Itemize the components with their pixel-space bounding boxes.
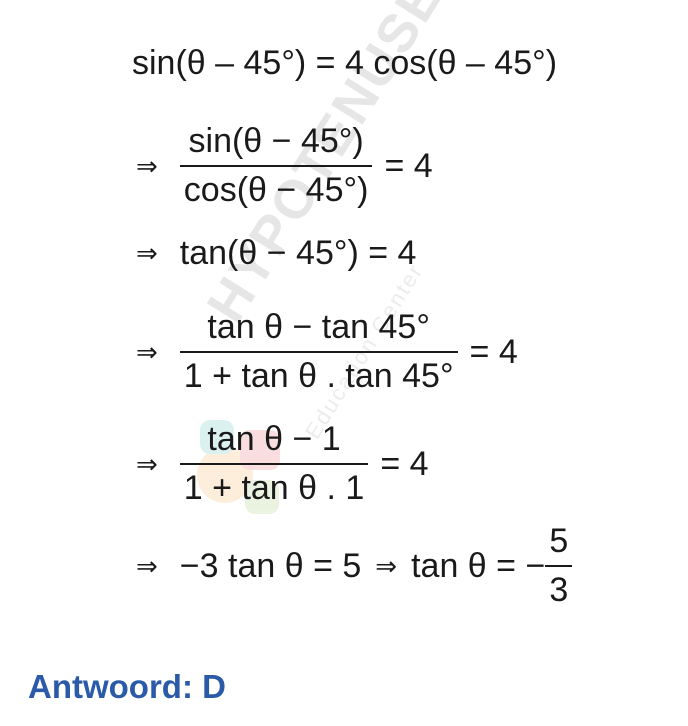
equation-line-1: sin(θ – 45°) = 4 cos(θ – 45°) [132,44,557,83]
equation-line-4: ⇒ tan θ − tan 45° 1 + tan θ . tan 45° = … [136,308,518,396]
numerator: tan θ − tan 45° [207,308,430,346]
implies-arrow: ⇒ [136,238,158,268]
denominator: cos(θ − 45°) [179,165,373,210]
numerator: tan θ − 1 [207,420,341,458]
equation-rhs: = 4 [384,146,433,185]
equation-left: −3 tan θ = 5 [179,546,362,585]
equation-line-3: ⇒ tan(θ − 45°) = 4 [136,234,416,273]
equation-line-6: ⇒ −3 tan θ = 5 ⇒ tan θ = − 5 3 [136,522,573,610]
fraction: tan θ − tan 45° 1 + tan θ . tan 45° [179,308,458,396]
equation-rhs: = 4 [380,444,429,483]
implies-arrow: ⇒ [136,550,158,581]
fraction: tan θ − 1 1 + tan θ . 1 [179,420,369,508]
equation-text: tan(θ − 45°) = 4 [179,234,417,272]
denominator: 1 + tan θ . tan 45° [179,351,458,396]
implies-arrow: ⇒ [136,150,158,181]
equation-line-5: ⇒ tan θ − 1 1 + tan θ . 1 = 4 [136,420,429,508]
implies-arrow: ⇒ [375,550,398,581]
fraction: 5 3 [545,522,573,610]
implies-arrow: ⇒ [136,448,158,479]
answer-label: Antwoord: D [28,668,226,705]
equation-text: sin(θ – 45°) = 4 cos(θ – 45°) [132,44,558,82]
implies-arrow: ⇒ [136,336,158,367]
numerator: 5 [549,522,569,560]
denominator: 1 + tan θ . 1 [179,463,369,508]
equation-rhs: = 4 [469,332,518,371]
equation-mid: tan θ = − [411,546,546,585]
fraction: sin(θ − 45°) cos(θ − 45°) [179,122,373,210]
denominator: 3 [545,565,573,610]
numerator: sin(θ − 45°) [188,122,364,160]
equation-line-2: ⇒ sin(θ − 45°) cos(θ − 45°) = 4 [136,122,433,210]
